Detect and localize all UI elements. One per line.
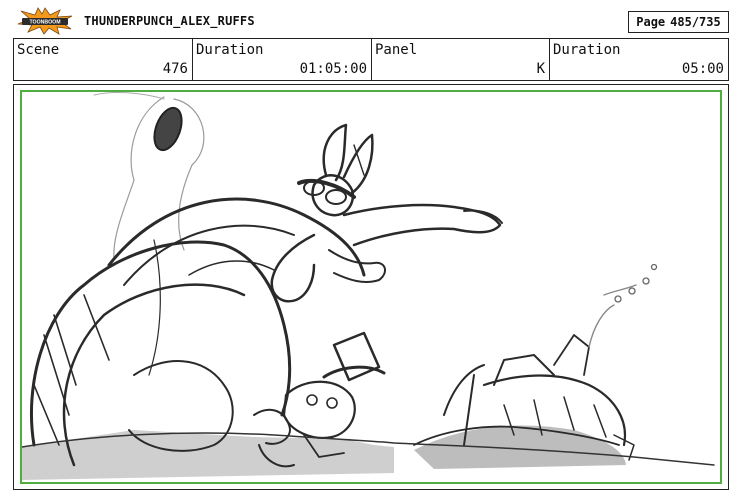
safe-area-frame: [20, 90, 722, 484]
panel-label: Panel: [375, 42, 418, 58]
page-indicator: Page 485/735: [628, 11, 729, 33]
page-label: Page: [636, 15, 666, 29]
panel-duration-label: Duration: [553, 42, 621, 58]
scene-duration-label: Duration: [196, 42, 264, 58]
panel-info-table: Scene 476 Duration 01:05:00 Panel K Dura…: [13, 38, 729, 81]
scene-cell: Scene 476: [14, 39, 193, 80]
scene-duration-cell: Duration 01:05:00: [193, 39, 372, 80]
panel-cell: Panel K: [372, 39, 550, 80]
scene-label: Scene: [17, 42, 60, 58]
project-title: THUNDERPUNCH_ALEX_RUFFS: [84, 14, 255, 28]
panel-duration-cell: Duration 05:00: [550, 39, 728, 80]
toonboom-logo-icon: TOONBOOM: [17, 7, 73, 35]
page-number: 485/735: [670, 15, 721, 29]
panel-value: K: [536, 61, 545, 77]
panel-duration-value: 05:00: [681, 61, 724, 77]
scene-value: 476: [162, 61, 188, 77]
logo-text: TOONBOOM: [29, 20, 60, 26]
storyboard-panel[interactable]: [13, 84, 729, 490]
scene-duration-value: 01:05:00: [299, 61, 367, 77]
